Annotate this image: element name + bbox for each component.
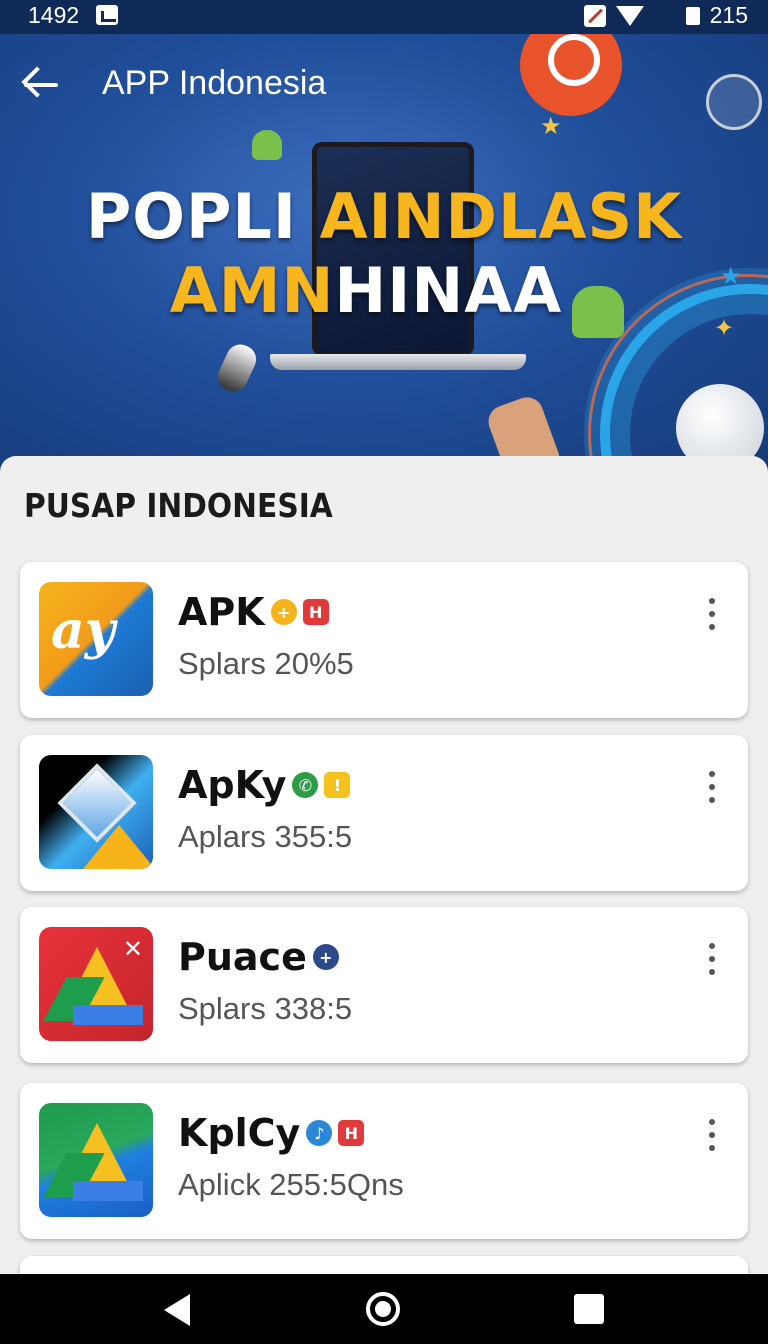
app-subtitle: Aplars 355:5	[178, 819, 353, 854]
h-icon: H	[338, 1120, 365, 1146]
music-icon: ♪	[306, 1120, 333, 1146]
lock-icon: !	[324, 772, 351, 798]
nav-recents-icon[interactable]	[574, 1294, 604, 1324]
app-card[interactable]: ApKy ✆ ! Aplars 355:5	[20, 735, 748, 891]
h-icon: H	[302, 599, 329, 625]
laptop-base	[270, 354, 526, 370]
app-name: Puace	[178, 935, 307, 979]
app-name: APK	[178, 590, 265, 634]
screen: 1492 215 ★ ★ ✦ POPLI AINDLASK AMNHINAA A…	[0, 0, 768, 1344]
phone-icon: ✆	[292, 772, 319, 798]
nav-back-icon[interactable]	[164, 1294, 190, 1326]
plus-icon: +	[270, 599, 297, 625]
target-disc-decoration	[520, 34, 622, 116]
plus-icon: +	[312, 944, 339, 970]
apky-app-icon	[39, 755, 153, 869]
apk-app-icon: ay	[39, 582, 153, 696]
app-subtitle: Splars 338:5	[178, 991, 353, 1026]
close-icon: ✕	[122, 935, 143, 963]
hero-headline-line2: AMNHINAA	[0, 254, 750, 327]
app-name: KplCy	[178, 1111, 301, 1155]
more-options-button[interactable]	[700, 596, 724, 632]
puace-app-icon: ✕	[39, 927, 153, 1041]
more-options-button[interactable]	[700, 941, 724, 977]
status-icons: 215	[583, 2, 748, 29]
app-card[interactable]: KplCy ♪ H Aplick 255:5Qns	[20, 1083, 748, 1239]
battery-icon	[685, 6, 700, 25]
more-options-button[interactable]	[700, 769, 724, 805]
app-list-sheet: PUSAP INDONESIA ay APK + H Splars 20%5 A…	[0, 456, 768, 1296]
wifi-icon	[615, 5, 644, 26]
headline-yellow-part: AMN	[169, 254, 335, 327]
android-icon	[252, 130, 282, 160]
hero-headline-line1: POPLI AINDLASK	[0, 180, 768, 253]
status-time: 1492	[28, 2, 80, 28]
nav-home-icon[interactable]	[366, 1292, 400, 1326]
headline-yellow-part: AINDLASK	[319, 180, 683, 253]
microphone-decoration	[213, 339, 261, 397]
more-options-button[interactable]	[700, 1117, 724, 1153]
headline-white-part: POPLI	[85, 180, 320, 253]
app-card[interactable]: ay APK + H Splars 20%5	[20, 562, 748, 718]
system-nav-bar	[0, 1274, 768, 1344]
app-subtitle: Aplick 255:5Qns	[178, 1167, 404, 1202]
app-name: ApKy	[178, 763, 287, 807]
app-notification-icon	[96, 5, 118, 25]
section-title: PUSAP INDONESIA	[24, 486, 333, 525]
page-title: APP Indonesia	[102, 64, 327, 102]
headline-white-part: HINAA	[334, 254, 563, 327]
hero-banner: ★ ★ ✦ POPLI AINDLASK AMNHINAA APP Indone…	[0, 34, 768, 474]
no-signal-icon	[583, 4, 606, 27]
kplcy-app-icon	[39, 1103, 153, 1217]
back-button[interactable]	[18, 62, 64, 108]
status-bar: 1492 215	[0, 0, 768, 34]
arrow-left-icon	[21, 66, 53, 98]
app-subtitle: Splars 20%5	[178, 646, 354, 681]
star-icon: ★	[540, 113, 562, 140]
app-card[interactable]: ✕ Puace + Splars 338:5	[20, 907, 748, 1063]
battery-level: 215	[709, 2, 748, 28]
lightbulb-decoration	[706, 74, 762, 130]
